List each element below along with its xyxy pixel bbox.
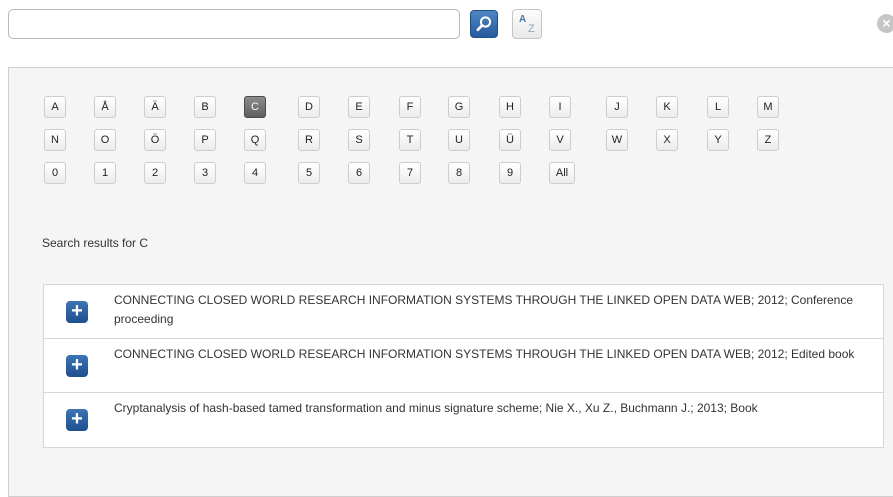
plus-icon[interactable]: + xyxy=(66,301,88,323)
close-icon[interactable]: × xyxy=(877,14,893,33)
letter-button-ü[interactable]: Ü xyxy=(499,129,521,151)
plus-icon[interactable]: + xyxy=(66,409,88,431)
letter-button-t[interactable]: T xyxy=(399,129,421,151)
search-button[interactable] xyxy=(470,10,498,38)
results-title: Search results for C xyxy=(42,236,149,250)
letter-button-n[interactable]: N xyxy=(44,129,66,151)
letter-button-å[interactable]: Å xyxy=(94,96,116,118)
letter-button-q[interactable]: Q xyxy=(244,129,266,151)
sort-az-button[interactable]: A Z xyxy=(512,9,542,39)
letter-button-7[interactable]: 7 xyxy=(399,162,421,184)
letter-button-x[interactable]: X xyxy=(656,129,678,151)
search-icon xyxy=(476,16,492,32)
letter-button-f[interactable]: F xyxy=(399,96,421,118)
letter-button-v[interactable]: V xyxy=(549,129,571,151)
result-row[interactable]: + CONNECTING CLOSED WORLD RESEARCH INFORM… xyxy=(44,339,883,393)
letter-button-w[interactable]: W xyxy=(606,129,628,151)
browse-panel: A Å Ä B C D E F G H I J K L M N O Ö P Q R S T U Ü V W X Y Z 0 1 2 3 4 5 6 7 8 9… xyxy=(8,67,893,497)
letter-button-2[interactable]: 2 xyxy=(144,162,166,184)
letter-button-m[interactable]: M xyxy=(757,96,779,118)
letter-button-4[interactable]: 4 xyxy=(244,162,266,184)
letter-button-0[interactable]: 0 xyxy=(44,162,66,184)
letter-button-all[interactable]: All xyxy=(549,162,575,184)
letter-button-1[interactable]: 1 xyxy=(94,162,116,184)
letter-button-c[interactable]: C xyxy=(244,96,266,118)
letter-button-5[interactable]: 5 xyxy=(298,162,320,184)
result-row[interactable]: + CONNECTING CLOSED WORLD RESEARCH INFORM… xyxy=(44,285,883,339)
letter-button-r[interactable]: R xyxy=(298,129,320,151)
letter-button-k[interactable]: K xyxy=(656,96,678,118)
letter-button-e[interactable]: E xyxy=(348,96,370,118)
letter-button-ö[interactable]: Ö xyxy=(144,129,166,151)
result-text: CONNECTING CLOSED WORLD RESEARCH INFORMA… xyxy=(114,347,855,361)
result-text: Cryptanalysis of hash-based tamed transf… xyxy=(114,401,758,415)
result-text: CONNECTING CLOSED WORLD RESEARCH INFORMA… xyxy=(114,293,854,326)
letter-button-s[interactable]: S xyxy=(348,129,370,151)
letter-button-y[interactable]: Y xyxy=(707,129,729,151)
sort-az-icon: A xyxy=(519,14,527,25)
search-input[interactable] xyxy=(8,9,460,39)
letter-button-o[interactable]: O xyxy=(94,129,116,151)
result-row[interactable]: + Cryptanalysis of hash-based tamed trans… xyxy=(44,393,883,447)
letter-button-8[interactable]: 8 xyxy=(448,162,470,184)
letter-button-b[interactable]: B xyxy=(194,96,216,118)
letter-button-z[interactable]: Z xyxy=(757,129,779,151)
letter-button-u[interactable]: U xyxy=(448,129,470,151)
letter-button-i[interactable]: I xyxy=(549,96,571,118)
letter-button-g[interactable]: G xyxy=(448,96,470,118)
letter-button-3[interactable]: 3 xyxy=(194,162,216,184)
letter-button-6[interactable]: 6 xyxy=(348,162,370,184)
letter-button-a[interactable]: A xyxy=(44,96,66,118)
letter-button-h[interactable]: H xyxy=(499,96,521,118)
plus-icon[interactable]: + xyxy=(66,355,88,377)
letter-button-d[interactable]: D xyxy=(298,96,320,118)
sort-az-icon-z: Z xyxy=(528,23,535,35)
letter-button-ä[interactable]: Ä xyxy=(144,96,166,118)
results-list: + CONNECTING CLOSED WORLD RESEARCH INFORM… xyxy=(43,284,884,448)
letter-button-l[interactable]: L xyxy=(707,96,729,118)
letter-button-p[interactable]: P xyxy=(194,129,216,151)
letter-button-j[interactable]: J xyxy=(606,96,628,118)
letter-button-9[interactable]: 9 xyxy=(499,162,521,184)
